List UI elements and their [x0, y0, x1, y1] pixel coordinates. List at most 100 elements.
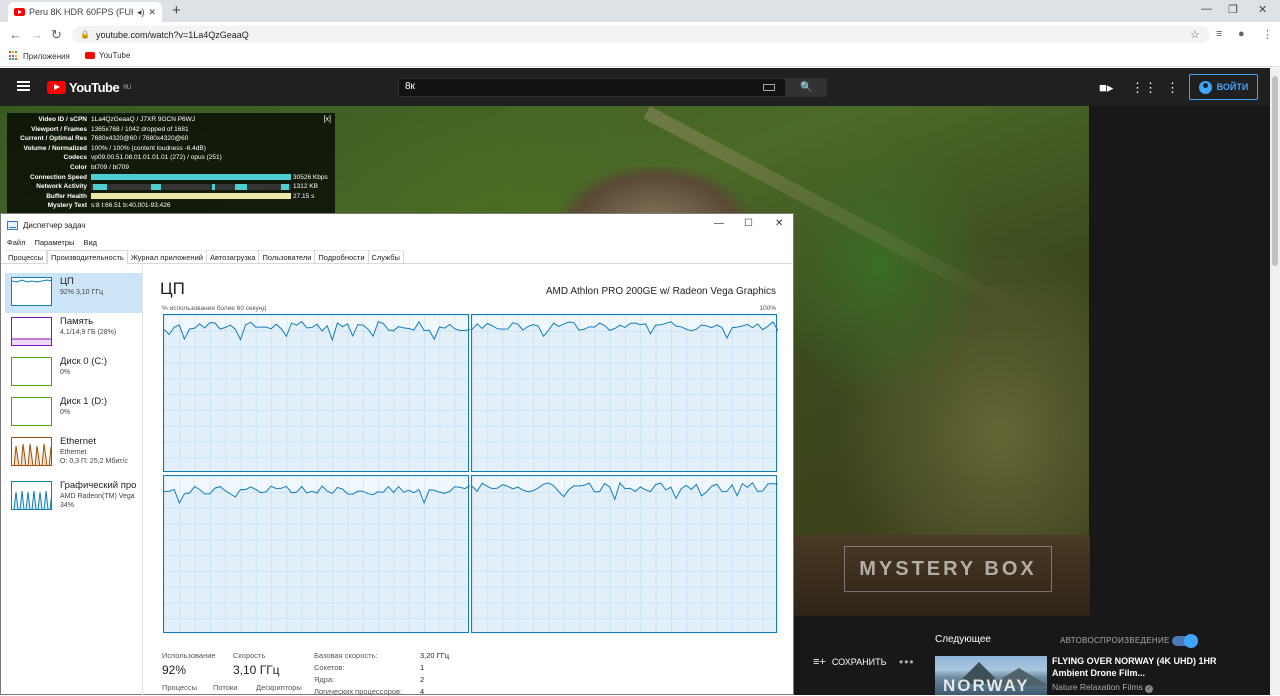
bookmark-star-icon[interactable]: ☆: [1190, 28, 1200, 41]
resource-detail: 34%: [60, 502, 75, 509]
resource-disk0[interactable]: Диск 0 (C:) 0%: [5, 353, 142, 393]
menu-file[interactable]: Файл: [7, 238, 25, 247]
tab-performance[interactable]: Производительность: [47, 250, 128, 265]
forward-icon[interactable]: →: [30, 27, 43, 42]
tab-users[interactable]: Пользователи: [259, 250, 316, 264]
stats-key: Volume / Normalized: [23, 144, 87, 152]
scrollbar-thumb[interactable]: [1272, 76, 1278, 266]
tm-menubar: Файл Параметры Вид: [1, 236, 793, 249]
mini-graph: [11, 397, 52, 426]
playlist-add-icon: ≡+: [813, 656, 826, 668]
apps-icon[interactable]: ⋮⋮: [1131, 80, 1157, 96]
processes-label: Процессы: [162, 683, 198, 692]
new-tab-icon[interactable]: +: [172, 2, 181, 19]
resource-detail: О: 0,3 П: 25,2 Мбит/с: [60, 458, 128, 465]
detail-key: Ядра:: [314, 675, 335, 684]
stats-row: Buffer Health 27.15 s: [11, 192, 331, 202]
profile-icon[interactable]: ●: [1238, 28, 1245, 40]
tm-minimize-icon[interactable]: —: [714, 218, 724, 229]
apps-grid-icon: [9, 51, 19, 61]
cpu-heading: ЦП: [160, 279, 185, 298]
task-manager-icon: [7, 220, 18, 230]
search-icon: 🔍: [800, 82, 813, 93]
tab-close-icon[interactable]: ✕: [148, 7, 156, 18]
restore-icon[interactable]: ❐: [1228, 3, 1238, 16]
browser-tab[interactable]: Peru 8K HDR 60FPS (FUHD) ◂)✕: [8, 2, 162, 22]
stats-row: Network Activity 1312 KB: [11, 182, 331, 192]
resource-gpu[interactable]: Графический про AMD Radeon(TM) Vega 34%: [5, 477, 142, 517]
browser-menu-icon[interactable]: ⋮: [1262, 28, 1273, 41]
graph-label: % использования более 60 секунд: [162, 305, 267, 312]
signin-button[interactable]: ВОЙТИ: [1189, 74, 1258, 100]
search-input[interactable]: 8к: [398, 78, 786, 97]
address-bar[interactable]: 🔒 youtube.com/watch?v=1La4QzGeaaQ: [72, 26, 1210, 43]
detail-value: 1: [420, 663, 425, 672]
buffer-health-bar: 27.15 s: [91, 193, 314, 200]
search-button[interactable]: 🔍: [786, 78, 827, 97]
account-icon: [1198, 80, 1212, 94]
resource-ethernet[interactable]: Ethernet Ethernet О: 0,3 П: 25,2 Мбит/с: [5, 433, 142, 473]
tab-services[interactable]: Службы: [368, 250, 404, 264]
minimize-icon[interactable]: —: [1201, 3, 1212, 15]
resource-cpu[interactable]: ЦП 92% 3,10 ГГц: [5, 273, 142, 313]
handles-label: Дескрипторы: [256, 683, 302, 692]
mini-graph: [11, 317, 52, 346]
cpu-core-graphs: [163, 314, 778, 634]
core-usage-trace: [164, 320, 470, 473]
stats-key: Video ID / sCPN: [38, 116, 87, 123]
detail-value: 3,20 ГГц: [420, 651, 450, 660]
stats-row: Current / Optimal Res 7680x4320@60 / 7680…: [11, 134, 331, 144]
resource-detail: 4,1/14,9 ГБ (28%): [60, 329, 117, 336]
logo-text: YouTube: [69, 80, 120, 95]
window-close-icon[interactable]: ✕: [1258, 3, 1267, 16]
media-queue-icon[interactable]: ≡: [1216, 28, 1222, 40]
create-video-icon[interactable]: ■▸: [1099, 80, 1113, 96]
stats-value: 27.15 s: [293, 192, 315, 200]
resource-name: Ethernet: [60, 436, 96, 447]
settings-menu-icon[interactable]: ⋮: [1166, 80, 1179, 96]
tab-details[interactable]: Подробности: [315, 250, 369, 264]
youtube-logo[interactable]: YouTube RU: [47, 80, 131, 95]
page-scrollbar[interactable]: [1270, 68, 1280, 695]
network-activity-bar: 1312 KB: [91, 183, 318, 190]
signin-label: ВОЙТИ: [1216, 82, 1249, 92]
audio-icon[interactable]: ◂): [137, 7, 145, 18]
performance-panel: ЦП AMD Athlon PRO 200GE w/ Radeon Vega G…: [144, 265, 793, 696]
stats-row: Viewport / Frames 1365x768 / 1042 dropped…: [11, 125, 331, 135]
youtube-favicon-icon: [85, 52, 95, 59]
core-usage-trace: [164, 485, 470, 634]
tm-titlebar[interactable]: Диспетчер задач: [1, 214, 793, 236]
tab-processes[interactable]: Процессы: [5, 250, 48, 264]
menu-view[interactable]: Вид: [83, 238, 97, 247]
resource-memory[interactable]: Память 4,1/14,9 ГБ (28%): [5, 313, 142, 353]
speed-value: 3,10 ГГц: [233, 663, 280, 677]
video-watermark: MYSTERY BOX: [844, 546, 1052, 592]
autoplay-toggle[interactable]: [1172, 634, 1198, 648]
bookmarks-bar: Приложения YouTube: [0, 47, 1280, 67]
lock-icon: 🔒: [80, 30, 90, 39]
keyboard-icon[interactable]: [763, 84, 775, 91]
tab-app-history[interactable]: Журнал приложений: [127, 250, 207, 264]
stats-close-button[interactable]: [x]: [324, 115, 331, 125]
stats-key: Mystery Text: [47, 202, 87, 210]
bookmark-apps[interactable]: Приложения: [9, 51, 70, 61]
resource-disk1[interactable]: Диск 1 (D:) 0%: [5, 393, 142, 433]
next-video-channel[interactable]: Nature Relaxation Films ✓: [1052, 682, 1154, 693]
save-button[interactable]: ≡+ СОХРАНИТЬ: [813, 656, 887, 668]
back-icon[interactable]: ←: [9, 27, 22, 42]
url-text[interactable]: youtube.com/watch?v=1La4QzGeaaQ: [96, 30, 249, 40]
hamburger-menu-icon[interactable]: [17, 81, 30, 91]
bookmark-label: Приложения: [23, 51, 70, 61]
next-video-title[interactable]: FLYING OVER NORWAY (4K UHD) 1HR Ambient …: [1052, 656, 1252, 679]
stats-row: Connection Speed 30526 Kbps: [11, 173, 331, 183]
tm-maximize-icon[interactable]: ☐: [744, 218, 753, 229]
tab-startup[interactable]: Автозагрузка: [206, 250, 260, 264]
tab-strip: Peru 8K HDR 60FPS (FUHD) ◂)✕ + — ❐ ✕: [0, 0, 1280, 22]
next-video-thumbnail[interactable]: NORWAY: [935, 656, 1047, 695]
menu-options[interactable]: Параметры: [34, 238, 74, 247]
tm-close-icon[interactable]: ✕: [775, 218, 783, 229]
bookmark-youtube[interactable]: YouTube: [85, 51, 130, 60]
threads-label: Потоки: [213, 683, 238, 692]
reload-icon[interactable]: ↻: [51, 27, 62, 43]
more-actions-icon[interactable]: •••: [899, 655, 915, 669]
